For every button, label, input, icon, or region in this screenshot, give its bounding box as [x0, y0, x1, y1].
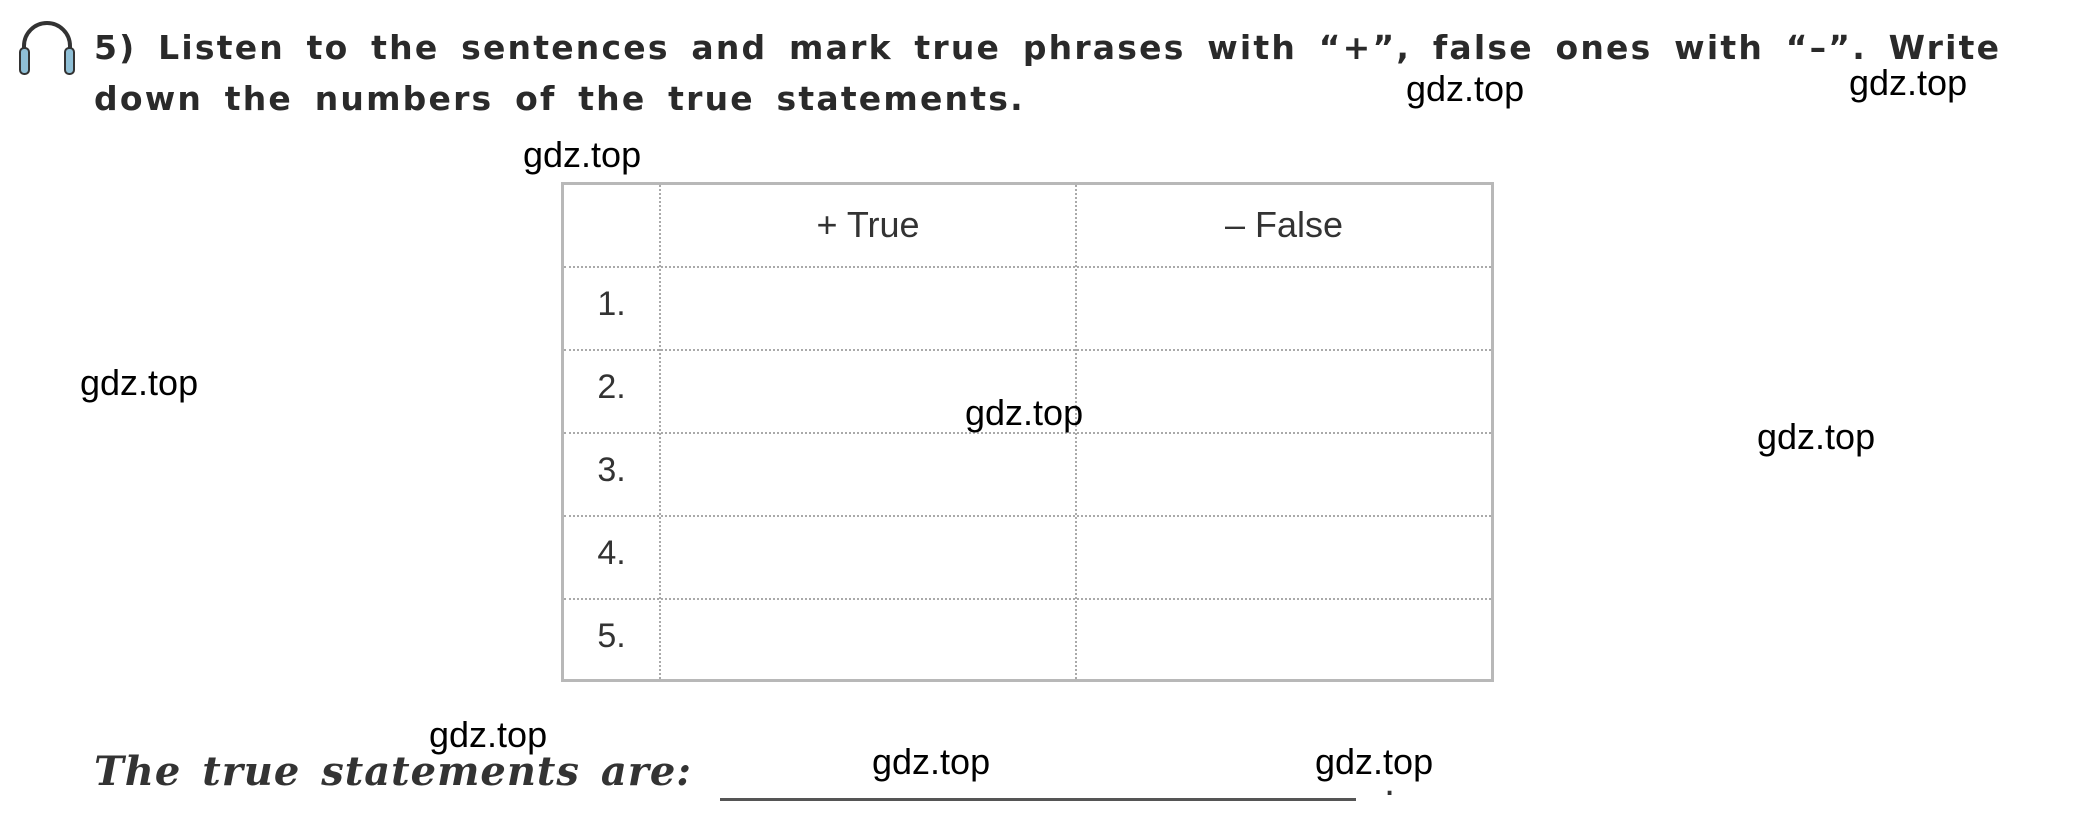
- row-divider: [564, 515, 1491, 517]
- row-number: 2.: [597, 368, 626, 406]
- watermark: gdz.top: [1849, 62, 1968, 103]
- row-divider: [564, 349, 1491, 351]
- header-false: – False: [1224, 204, 1344, 245]
- watermark: gdz.top: [523, 134, 642, 175]
- exercise-instruction: 5) Listen to the sentences and mark true…: [94, 28, 2002, 118]
- watermark: gdz.top: [872, 741, 991, 782]
- watermark: gdz.top: [80, 362, 199, 403]
- row-number: 4.: [597, 534, 626, 572]
- answer-label: The true statements are:: [94, 748, 693, 795]
- watermark: gdz.top: [1406, 68, 1525, 109]
- watermark: gdz.top: [1757, 416, 1876, 457]
- watermark: gdz.top: [429, 714, 548, 755]
- row-number: 1.: [597, 285, 626, 323]
- answer-blank-line[interactable]: [720, 798, 1356, 801]
- header-true: + True: [816, 204, 920, 245]
- row-divider: [564, 266, 1491, 268]
- row-divider: [564, 598, 1491, 600]
- row-number: 5.: [597, 617, 626, 655]
- watermark: gdz.top: [965, 392, 1084, 433]
- headphones-icon: [19, 21, 75, 75]
- watermark: gdz.top: [1315, 741, 1434, 782]
- row-number: 3.: [597, 451, 626, 489]
